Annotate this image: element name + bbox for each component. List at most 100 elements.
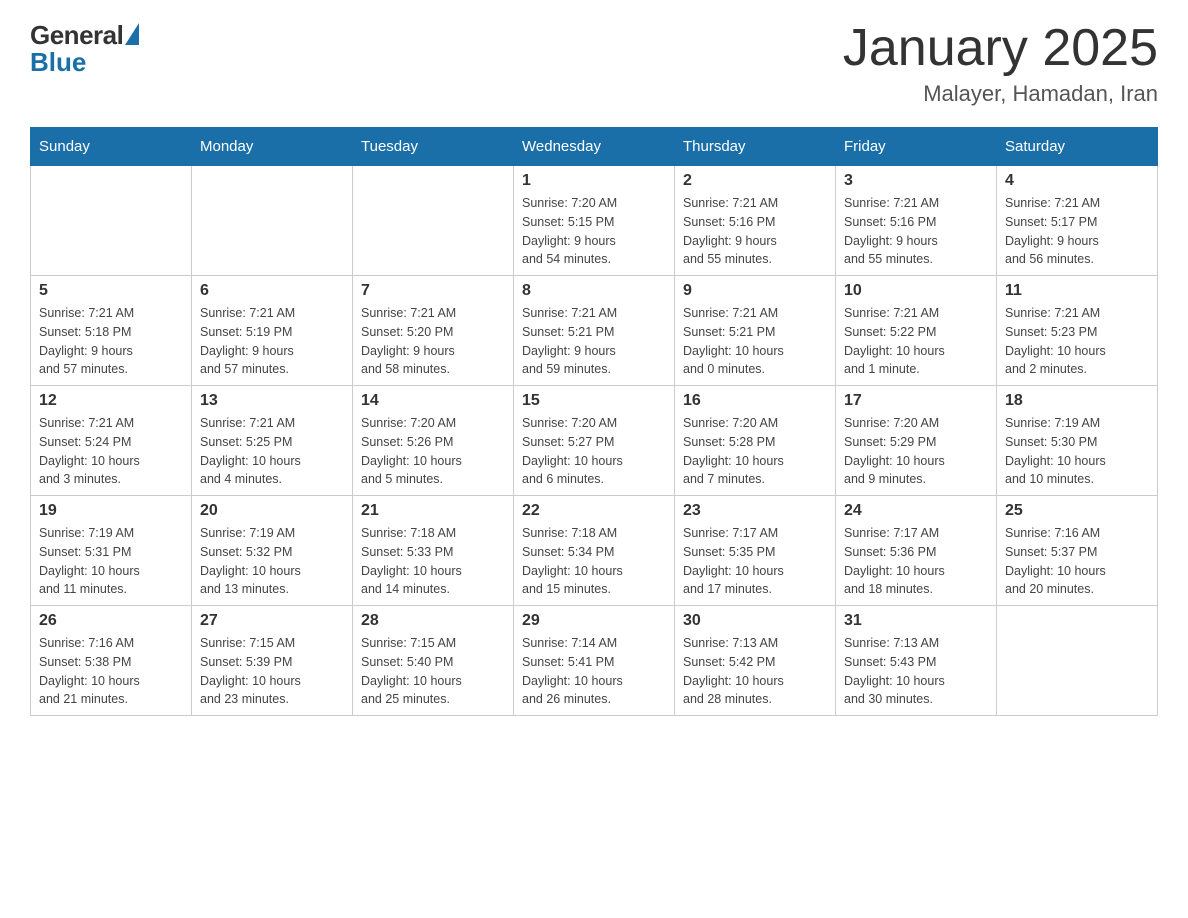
calendar-cell: 12 Sunrise: 7:21 AMSunset: 5:24 PMDayligh… <box>31 386 192 496</box>
day-number: 9 <box>683 282 827 300</box>
day-number: 12 <box>39 392 183 410</box>
calendar-cell: 11 Sunrise: 7:21 AMSunset: 5:23 PMDayligh… <box>997 276 1158 386</box>
calendar-week-row: 5 Sunrise: 7:21 AMSunset: 5:18 PMDaylight… <box>31 276 1158 386</box>
day-header-monday: Monday <box>192 128 353 166</box>
day-info: Sunrise: 7:21 AMSunset: 5:24 PMDaylight:… <box>39 414 183 489</box>
calendar-cell: 13 Sunrise: 7:21 AMSunset: 5:25 PMDayligh… <box>192 386 353 496</box>
calendar-cell: 21Sunrise: 7:18 AMSunset: 5:33 PMDayligh… <box>353 496 514 606</box>
day-number: 7 <box>361 282 505 300</box>
calendar-cell: 4 Sunrise: 7:21 AMSunset: 5:17 PMDaylight… <box>997 166 1158 276</box>
calendar-cell: 24Sunrise: 7:17 AMSunset: 5:36 PMDayligh… <box>836 496 997 606</box>
day-info: Sunrise: 7:21 AMSunset: 5:20 PMDaylight:… <box>361 304 505 379</box>
day-number: 4 <box>1005 172 1149 190</box>
day-number: 23 <box>683 502 827 520</box>
day-number: 29 <box>522 612 666 630</box>
calendar-week-row: 19 Sunrise: 7:19 AMSunset: 5:31 PMDayligh… <box>31 496 1158 606</box>
day-info: Sunrise: 7:15 AMSunset: 5:39 PMDaylight:… <box>200 634 344 709</box>
calendar-cell: 30 Sunrise: 7:13 AMSunset: 5:42 PMDayligh… <box>675 606 836 716</box>
calendar-cell: 2Sunrise: 7:21 AMSunset: 5:16 PMDaylight… <box>675 166 836 276</box>
day-number: 26 <box>39 612 183 630</box>
calendar-cell: 9 Sunrise: 7:21 AMSunset: 5:21 PMDaylight… <box>675 276 836 386</box>
calendar-cell: 14 Sunrise: 7:20 AMSunset: 5:26 PMDayligh… <box>353 386 514 496</box>
title-area: January 2025 Malayer, Hamadan, Iran <box>843 20 1158 107</box>
calendar-cell: 7 Sunrise: 7:21 AMSunset: 5:20 PMDaylight… <box>353 276 514 386</box>
calendar-week-row: 1Sunrise: 7:20 AMSunset: 5:15 PMDaylight… <box>31 166 1158 276</box>
day-header-wednesday: Wednesday <box>514 128 675 166</box>
calendar-cell: 22Sunrise: 7:18 AMSunset: 5:34 PMDayligh… <box>514 496 675 606</box>
calendar-cell: 1Sunrise: 7:20 AMSunset: 5:15 PMDaylight… <box>514 166 675 276</box>
day-info: Sunrise: 7:16 AMSunset: 5:38 PMDaylight:… <box>39 634 183 709</box>
calendar-cell: 15 Sunrise: 7:20 AMSunset: 5:27 PMDayligh… <box>514 386 675 496</box>
logo-triangle-icon <box>125 23 139 45</box>
calendar-cell: 16Sunrise: 7:20 AMSunset: 5:28 PMDayligh… <box>675 386 836 496</box>
day-info: Sunrise: 7:13 AMSunset: 5:42 PMDaylight:… <box>683 634 827 709</box>
day-info: Sunrise: 7:17 AMSunset: 5:35 PMDaylight:… <box>683 524 827 599</box>
day-number: 13 <box>200 392 344 410</box>
calendar-cell: 29 Sunrise: 7:14 AMSunset: 5:41 PMDayligh… <box>514 606 675 716</box>
day-number: 5 <box>39 282 183 300</box>
day-info: Sunrise: 7:17 AMSunset: 5:36 PMDaylight:… <box>844 524 988 599</box>
day-header-sunday: Sunday <box>31 128 192 166</box>
day-number: 19 <box>39 502 183 520</box>
calendar-cell: 31Sunrise: 7:13 AMSunset: 5:43 PMDayligh… <box>836 606 997 716</box>
calendar-cell: 19 Sunrise: 7:19 AMSunset: 5:31 PMDayligh… <box>31 496 192 606</box>
day-number: 17 <box>844 392 988 410</box>
day-info: Sunrise: 7:21 AMSunset: 5:21 PMDaylight:… <box>683 304 827 379</box>
day-number: 20 <box>200 502 344 520</box>
day-info: Sunrise: 7:21 AMSunset: 5:16 PMDaylight:… <box>844 194 988 269</box>
calendar-cell: 8 Sunrise: 7:21 AMSunset: 5:21 PMDaylight… <box>514 276 675 386</box>
day-number: 25 <box>1005 502 1149 520</box>
day-info: Sunrise: 7:16 AMSunset: 5:37 PMDaylight:… <box>1005 524 1149 599</box>
day-number: 21 <box>361 502 505 520</box>
calendar-cell: 5 Sunrise: 7:21 AMSunset: 5:18 PMDaylight… <box>31 276 192 386</box>
day-number: 31 <box>844 612 988 630</box>
day-info: Sunrise: 7:21 AMSunset: 5:22 PMDaylight:… <box>844 304 988 379</box>
day-number: 16 <box>683 392 827 410</box>
calendar-cell: 23 Sunrise: 7:17 AMSunset: 5:35 PMDayligh… <box>675 496 836 606</box>
day-number: 10 <box>844 282 988 300</box>
logo-blue-text: Blue <box>30 47 86 78</box>
day-info: Sunrise: 7:19 AMSunset: 5:30 PMDaylight:… <box>1005 414 1149 489</box>
calendar-week-row: 12 Sunrise: 7:21 AMSunset: 5:24 PMDayligh… <box>31 386 1158 496</box>
calendar-cell <box>997 606 1158 716</box>
page-header: General Blue January 2025 Malayer, Hamad… <box>30 20 1158 107</box>
day-info: Sunrise: 7:21 AMSunset: 5:21 PMDaylight:… <box>522 304 666 379</box>
calendar-cell: 27 Sunrise: 7:15 AMSunset: 5:39 PMDayligh… <box>192 606 353 716</box>
day-number: 27 <box>200 612 344 630</box>
day-number: 8 <box>522 282 666 300</box>
calendar-cell <box>353 166 514 276</box>
day-info: Sunrise: 7:19 AMSunset: 5:31 PMDaylight:… <box>39 524 183 599</box>
calendar-cell: 25 Sunrise: 7:16 AMSunset: 5:37 PMDayligh… <box>997 496 1158 606</box>
day-number: 11 <box>1005 282 1149 300</box>
location-title: Malayer, Hamadan, Iran <box>843 81 1158 107</box>
calendar-cell: 28Sunrise: 7:15 AMSunset: 5:40 PMDayligh… <box>353 606 514 716</box>
day-info: Sunrise: 7:21 AMSunset: 5:16 PMDaylight:… <box>683 194 827 269</box>
day-number: 1 <box>522 172 666 190</box>
day-number: 30 <box>683 612 827 630</box>
day-info: Sunrise: 7:20 AMSunset: 5:27 PMDaylight:… <box>522 414 666 489</box>
calendar-cell: 17 Sunrise: 7:20 AMSunset: 5:29 PMDayligh… <box>836 386 997 496</box>
month-title: January 2025 <box>843 20 1158 77</box>
calendar-cell: 6 Sunrise: 7:21 AMSunset: 5:19 PMDaylight… <box>192 276 353 386</box>
day-info: Sunrise: 7:15 AMSunset: 5:40 PMDaylight:… <box>361 634 505 709</box>
calendar-cell: 3 Sunrise: 7:21 AMSunset: 5:16 PMDaylight… <box>836 166 997 276</box>
day-info: Sunrise: 7:21 AMSunset: 5:23 PMDaylight:… <box>1005 304 1149 379</box>
day-info: Sunrise: 7:20 AMSunset: 5:26 PMDaylight:… <box>361 414 505 489</box>
calendar-week-row: 26 Sunrise: 7:16 AMSunset: 5:38 PMDayligh… <box>31 606 1158 716</box>
day-info: Sunrise: 7:21 AMSunset: 5:17 PMDaylight:… <box>1005 194 1149 269</box>
day-info: Sunrise: 7:14 AMSunset: 5:41 PMDaylight:… <box>522 634 666 709</box>
day-header-saturday: Saturday <box>997 128 1158 166</box>
calendar-cell: 10 Sunrise: 7:21 AMSunset: 5:22 PMDayligh… <box>836 276 997 386</box>
calendar-table: SundayMondayTuesdayWednesdayThursdayFrid… <box>30 127 1158 716</box>
day-info: Sunrise: 7:21 AMSunset: 5:19 PMDaylight:… <box>200 304 344 379</box>
day-number: 3 <box>844 172 988 190</box>
calendar-cell <box>192 166 353 276</box>
day-number: 22 <box>522 502 666 520</box>
day-info: Sunrise: 7:20 AMSunset: 5:29 PMDaylight:… <box>844 414 988 489</box>
day-number: 15 <box>522 392 666 410</box>
day-info: Sunrise: 7:21 AMSunset: 5:18 PMDaylight:… <box>39 304 183 379</box>
day-info: Sunrise: 7:21 AMSunset: 5:25 PMDaylight:… <box>200 414 344 489</box>
calendar-cell: 18Sunrise: 7:19 AMSunset: 5:30 PMDayligh… <box>997 386 1158 496</box>
day-number: 14 <box>361 392 505 410</box>
day-number: 6 <box>200 282 344 300</box>
